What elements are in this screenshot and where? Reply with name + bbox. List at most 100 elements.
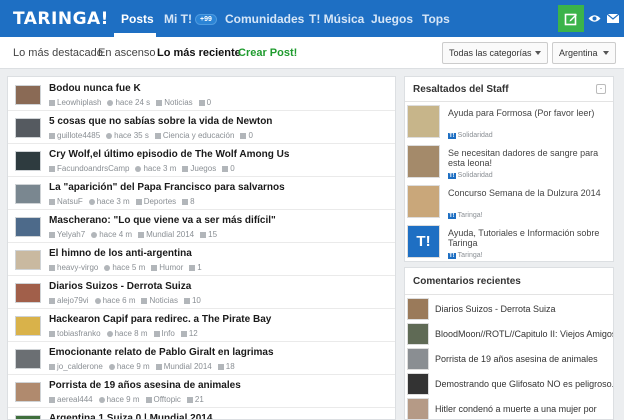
nav-mi-t[interactable]: Mi T! +99 [164, 12, 217, 26]
nav-juegos[interactable]: Juegos [371, 12, 413, 26]
post-category-icon [156, 100, 163, 106]
staff-item-title[interactable]: Ayuda, Tutoriales e Información sobre Ta… [448, 228, 608, 248]
post-title[interactable]: 5 cosas que no sabías sobre la vida de N… [49, 116, 272, 127]
staff-panel-header: Resaltados del Staff - [405, 77, 613, 102]
post-title[interactable]: Diarios Suizos - Derrota Suiza [49, 281, 191, 292]
comment-post-title[interactable]: Hitler condenó a muerte a una mujer por [435, 404, 597, 414]
staff-item[interactable]: Concurso Semana de la Dulzura 2014 T! Tari… [405, 184, 613, 221]
staff-item-title[interactable]: Concurso Semana de la Dulzura 2014 [448, 188, 608, 198]
post-author[interactable]: guillote4485 [49, 131, 100, 140]
taringa-logo[interactable]: TARINGA! [13, 9, 109, 29]
post-thumbnail[interactable] [15, 250, 41, 270]
comment-post-title[interactable]: Porrista de 19 años asesina de animales [435, 354, 598, 364]
comment-item[interactable]: BloodMoon//ROTL//Capitulo II: Viejos Ami… [405, 322, 613, 347]
post-title[interactable]: Hackearon Capif para redirec. a The Pira… [49, 314, 271, 325]
post-author[interactable]: aereal444 [49, 395, 93, 404]
nav-t-musica[interactable]: T! Música [309, 12, 364, 26]
post-time: hace 6 m [94, 296, 135, 305]
comment-post-title[interactable]: Diarios Suizos - Derrota Suiza [435, 304, 556, 314]
post-row[interactable]: Argentina 1 Suiza 0 | Mundial 2014 [8, 408, 395, 419]
post-row[interactable]: Porrista de 19 años asesina de animales a… [8, 375, 395, 408]
commenter-avatar[interactable] [407, 298, 429, 320]
commenter-avatar[interactable] [407, 373, 429, 395]
create-post-button[interactable] [558, 5, 584, 32]
post-thumbnail[interactable] [15, 85, 41, 105]
post-author-text: NatsuF [57, 197, 83, 206]
post-author[interactable]: tobiasfranko [49, 329, 101, 338]
post-title[interactable]: Argentina 1 Suiza 0 | Mundial 2014 [49, 413, 212, 419]
comment-post-title[interactable]: BloodMoon//ROTL//Capitulo II: Viejos Ami… [435, 329, 613, 339]
view-button[interactable] [586, 5, 603, 32]
post-title[interactable]: Porrista de 19 años asesina de animales [49, 380, 241, 391]
post-title[interactable]: Emocionante relato de Pablo Giralt en la… [49, 347, 274, 358]
post-author[interactable]: Leowhiplash [49, 98, 101, 107]
staff-item-title[interactable]: Se necesitan dadores de sangre para esta… [448, 148, 608, 168]
post-title[interactable]: Cry Wolf,el último episodio de The Wolf … [49, 149, 289, 160]
post-author[interactable]: Yelyah7 [49, 230, 85, 239]
post-row[interactable]: La "aparición" del Papa Francisco para s… [8, 177, 395, 210]
commenter-avatar[interactable] [407, 348, 429, 370]
category-select[interactable]: Todas las categorías [442, 42, 548, 64]
post-author[interactable]: heavy-virgo [49, 263, 98, 272]
post-row[interactable]: 5 cosas que no sabías sobre la vida de N… [8, 111, 395, 144]
post-row[interactable]: Mascherano: "Lo que viene va a ser más d… [8, 210, 395, 243]
comment-item[interactable]: Demostrando que Glifosato NO es peligros… [405, 372, 613, 397]
post-thumbnail[interactable] [15, 316, 41, 336]
post-row[interactable]: El himno de los anti-argentina heavy-virg… [8, 243, 395, 276]
country-select[interactable]: Argentina [552, 42, 616, 64]
tab-reciente[interactable]: Lo más reciente [157, 47, 241, 59]
post-thumbnail[interactable] [15, 283, 41, 303]
comment-item[interactable]: Diarios Suizos - Derrota Suiza [405, 297, 613, 322]
commenter-avatar[interactable] [407, 398, 429, 419]
tab-ascenso[interactable]: En ascenso [98, 47, 155, 59]
staff-item-title[interactable]: Ayuda para Formosa (Por favor leer) [448, 108, 608, 118]
nav-tops[interactable]: Tops [422, 12, 450, 26]
staff-item[interactable]: T! Ayuda, Tutoriales e Información sobre … [405, 224, 613, 261]
post-thumbnail[interactable] [15, 184, 41, 204]
post-author[interactable]: jo_calderone [49, 362, 103, 371]
post-row[interactable]: Hackearon Capif para redirec. a The Pira… [8, 309, 395, 342]
post-title[interactable]: Mascherano: "Lo que viene va a ser más d… [49, 215, 276, 226]
staff-thumbnail[interactable]: T! [407, 225, 440, 258]
post-row[interactable]: Bodou nunca fue K Leowhiplash hace 24 s Not… [8, 78, 395, 111]
staff-item[interactable]: Ayuda para Formosa (Por favor leer) T! Sol… [405, 104, 613, 141]
comment-item[interactable]: Hitler condenó a muerte a una mujer por [405, 397, 613, 419]
messages-button[interactable] [604, 5, 622, 32]
staff-item-category: T! Solidaridad [448, 132, 493, 139]
staff-thumbnail[interactable] [407, 105, 440, 138]
staff-thumbnail[interactable] [407, 185, 440, 218]
post-author-text: FacundoandrsCamp [57, 164, 130, 173]
post-thumbnail[interactable] [15, 118, 41, 138]
post-row[interactable]: Cry Wolf,el último episodio de The Wolf … [8, 144, 395, 177]
create-post-link[interactable]: Crear Post! [238, 47, 297, 59]
post-author[interactable]: FacundoandrsCamp [49, 164, 129, 173]
post-comments-text: 0 [206, 98, 212, 107]
comment-post-title[interactable]: Demostrando que Glifosato NO es peligros… [435, 379, 613, 389]
post-author[interactable]: alejo79vi [49, 296, 89, 305]
post-title[interactable]: Bodou nunca fue K [49, 83, 141, 94]
post-category: Juegos [182, 164, 216, 173]
nav-posts[interactable]: Posts [121, 12, 154, 26]
collapse-button[interactable]: - [596, 84, 606, 94]
post-time-icon [104, 265, 111, 271]
post-thumbnail[interactable] [15, 349, 41, 369]
comment-item[interactable]: Porrista de 19 años asesina de animales [405, 347, 613, 372]
post-title[interactable]: El himno de los anti-argentina [49, 248, 192, 259]
post-thumbnail[interactable] [15, 151, 41, 171]
post-row[interactable]: Diarios Suizos - Derrota Suiza alejo79vi h… [8, 276, 395, 309]
post-comments-icon [198, 100, 205, 106]
post-thumbnail[interactable] [15, 217, 41, 237]
post-thumbnail[interactable] [15, 382, 41, 402]
nav-comunidades[interactable]: Comunidades [225, 12, 304, 26]
post-category-text: Deportes [143, 197, 177, 206]
staff-item[interactable]: Se necesitan dadores de sangre para esta… [405, 144, 613, 181]
tab-destacado[interactable]: Lo más destacado [13, 47, 103, 59]
post-thumbnail[interactable] [15, 415, 41, 419]
post-author[interactable]: NatsuF [49, 197, 83, 206]
post-author-icon [49, 199, 55, 205]
post-category: Mundial 2014 [155, 362, 212, 371]
post-row[interactable]: Emocionante relato de Pablo Giralt en la… [8, 342, 395, 375]
staff-thumbnail[interactable] [407, 145, 440, 178]
commenter-avatar[interactable] [407, 323, 429, 345]
post-title[interactable]: La "aparición" del Papa Francisco para s… [49, 182, 285, 193]
